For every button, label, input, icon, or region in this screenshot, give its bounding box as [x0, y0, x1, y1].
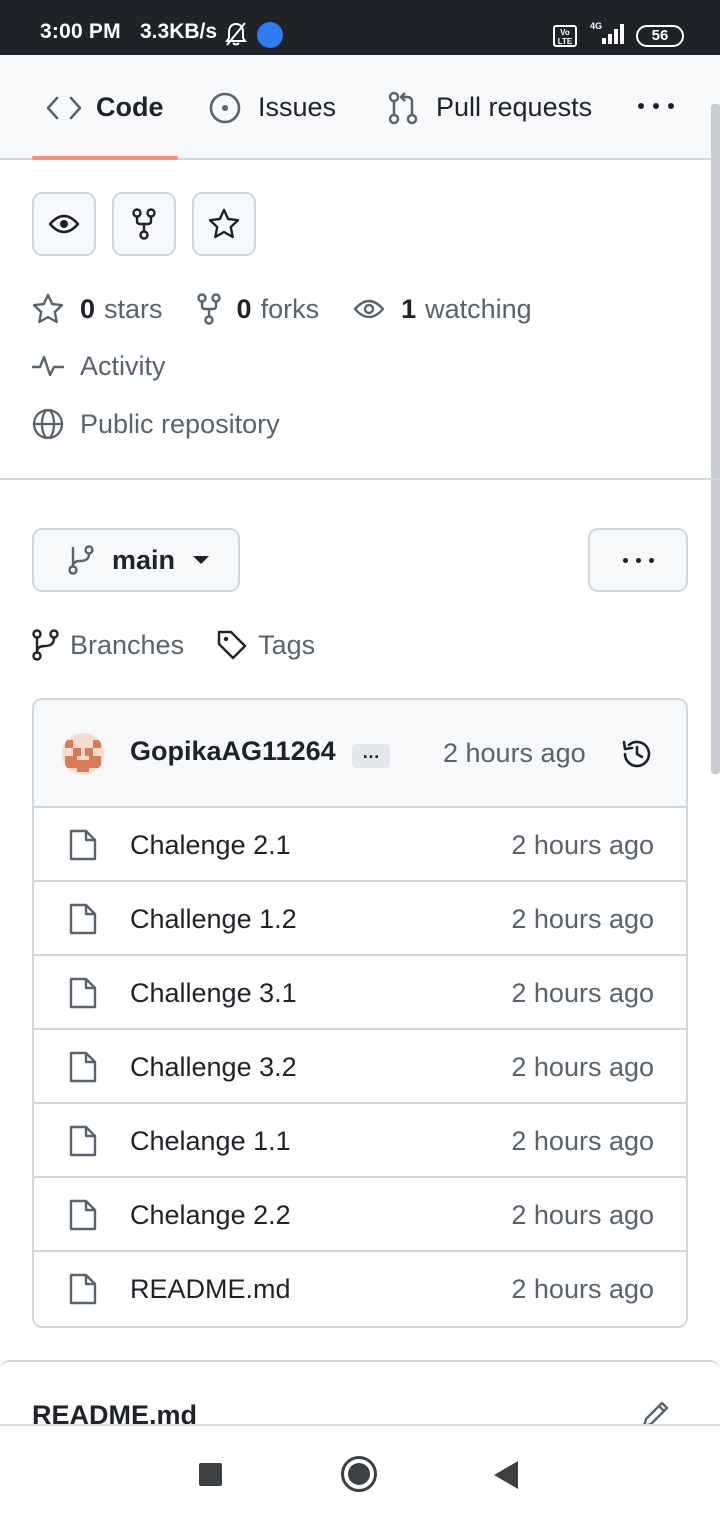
section-divider: [0, 478, 720, 480]
file-icon: [69, 829, 97, 861]
issue-opened-icon: [209, 92, 241, 123]
file-row[interactable]: README.md 2 hours ago: [34, 1252, 686, 1326]
activity-label: Activity: [80, 350, 166, 381]
forks-count: 0: [236, 293, 252, 324]
watch-button[interactable]: [32, 192, 96, 256]
star-button[interactable]: [192, 192, 256, 256]
stars-label: stars: [104, 293, 163, 324]
stars-link[interactable]: 0 stars: [32, 293, 163, 325]
commit-message-expand-button[interactable]: …: [352, 743, 390, 768]
file-row[interactable]: Chelange 1.1 2 hours ago: [34, 1104, 686, 1178]
tab-code-label: Code: [96, 92, 164, 122]
branches-link[interactable]: Branches: [32, 629, 184, 661]
file-row[interactable]: Chelange 2.2 2 hours ago: [34, 1178, 686, 1252]
file-icon: [69, 1199, 97, 1231]
tab-code[interactable]: Code: [46, 55, 164, 160]
file-name[interactable]: Chelange 1.1: [130, 1126, 291, 1157]
latest-commit-bar: GopikaAG11264 … 2 hours ago: [34, 700, 686, 808]
file-commit-time: 2 hours ago: [511, 1052, 654, 1082]
repo-nav: Code Issues Pull requests: [0, 55, 720, 160]
home-button[interactable]: [341, 1456, 377, 1492]
tab-issues-label: Issues: [258, 92, 337, 122]
file-icon: [69, 977, 97, 1009]
file-commit-time: 2 hours ago: [511, 904, 654, 934]
tab-issues[interactable]: Issues: [208, 55, 336, 160]
status-bar: 3:00 PM 3.3KB/s Vo LTE 4G 56: [0, 0, 720, 55]
file-name[interactable]: Chelange 2.2: [130, 1200, 291, 1231]
file-row[interactable]: Challenge 3.1 2 hours ago: [34, 956, 686, 1030]
file-row[interactable]: Challenge 1.2 2 hours ago: [34, 882, 686, 956]
back-button[interactable]: [494, 1461, 518, 1489]
signal-icon: 4G: [590, 21, 624, 44]
network-type: 4G: [590, 21, 602, 31]
bell-muted-icon: [225, 22, 247, 46]
active-tab-indicator: [32, 156, 178, 160]
repo-forked-icon: [196, 293, 221, 325]
app-notification-icon: [257, 22, 283, 48]
system-nav-bar: [0, 1424, 720, 1520]
watching-count: 1: [401, 293, 417, 324]
file-commit-time: 2 hours ago: [511, 1200, 654, 1230]
file-commit-time: 2 hours ago: [511, 830, 654, 860]
refs-row: Branches Tags: [32, 624, 347, 666]
avatar[interactable]: [62, 733, 104, 775]
file-name[interactable]: Challenge 3.1: [130, 978, 297, 1009]
file-name[interactable]: Chalenge 2.1: [130, 830, 291, 861]
activity-link[interactable]: Activity: [32, 346, 166, 386]
file-icon: [69, 1051, 97, 1083]
network-speed: 3.3KB/s: [140, 20, 218, 43]
globe-icon: [32, 408, 64, 440]
scrollbar[interactable]: [711, 104, 720, 774]
file-row[interactable]: Chalenge 2.1 2 hours ago: [34, 808, 686, 882]
tab-pull-requests[interactable]: Pull requests: [386, 55, 592, 160]
eye-icon: [353, 299, 385, 319]
file-name[interactable]: README.md: [130, 1274, 291, 1305]
git-pull-request-icon: [388, 91, 418, 124]
visibility-label: Public repository: [80, 408, 280, 439]
commit-time: 2 hours ago: [443, 738, 586, 768]
file-icon: [69, 1273, 97, 1305]
forks-link[interactable]: 0 forks: [196, 293, 320, 325]
file-table: GopikaAG11264 … 2 hours ago Chalenge 2.1…: [32, 698, 688, 1328]
branches-label: Branches: [70, 629, 185, 660]
tags-label: Tags: [258, 629, 316, 660]
branch-selector[interactable]: main: [32, 528, 240, 592]
more-options-button[interactable]: [588, 528, 688, 592]
volte-icon: Vo LTE: [553, 25, 577, 47]
file-icon: [69, 1125, 97, 1157]
file-name[interactable]: Challenge 1.2: [130, 904, 297, 935]
pulse-icon: [32, 355, 64, 377]
tab-pull-requests-label: Pull requests: [436, 92, 593, 122]
git-branch-icon: [68, 545, 94, 575]
forks-label: forks: [260, 293, 320, 324]
visibility-info: Public repository: [32, 404, 280, 444]
branch-name: main: [112, 544, 176, 575]
recents-button[interactable]: [199, 1463, 222, 1486]
eye-icon: [48, 214, 80, 234]
star-icon: [32, 293, 64, 324]
commit-author[interactable]: GopikaAG11264: [130, 736, 336, 767]
battery-indicator: 56: [636, 25, 684, 47]
history-icon[interactable]: [620, 737, 654, 771]
watching-link[interactable]: 1 watching: [353, 294, 532, 325]
chevron-down-icon: [193, 556, 210, 564]
code-icon: [46, 96, 82, 119]
file-commit-time: 2 hours ago: [511, 1126, 654, 1156]
repo-stats: 0 stars 0 forks 1 watching: [32, 288, 566, 330]
file-icon: [69, 903, 97, 935]
file-commit-time: 2 hours ago: [511, 1274, 654, 1304]
star-icon: [208, 208, 240, 239]
git-branch-icon: [32, 629, 59, 661]
file-name[interactable]: Challenge 3.2: [130, 1052, 297, 1083]
status-time: 3:00 PM: [40, 20, 121, 43]
watching-label: watching: [425, 293, 532, 324]
tag-icon: [217, 630, 247, 660]
stars-count: 0: [80, 293, 96, 324]
fork-button[interactable]: [112, 192, 176, 256]
tags-link[interactable]: Tags: [216, 629, 315, 661]
repo-forked-icon: [132, 208, 156, 240]
nav-more-button[interactable]: [634, 91, 678, 121]
file-row[interactable]: Challenge 3.2 2 hours ago: [34, 1030, 686, 1104]
file-commit-time: 2 hours ago: [511, 978, 654, 1008]
